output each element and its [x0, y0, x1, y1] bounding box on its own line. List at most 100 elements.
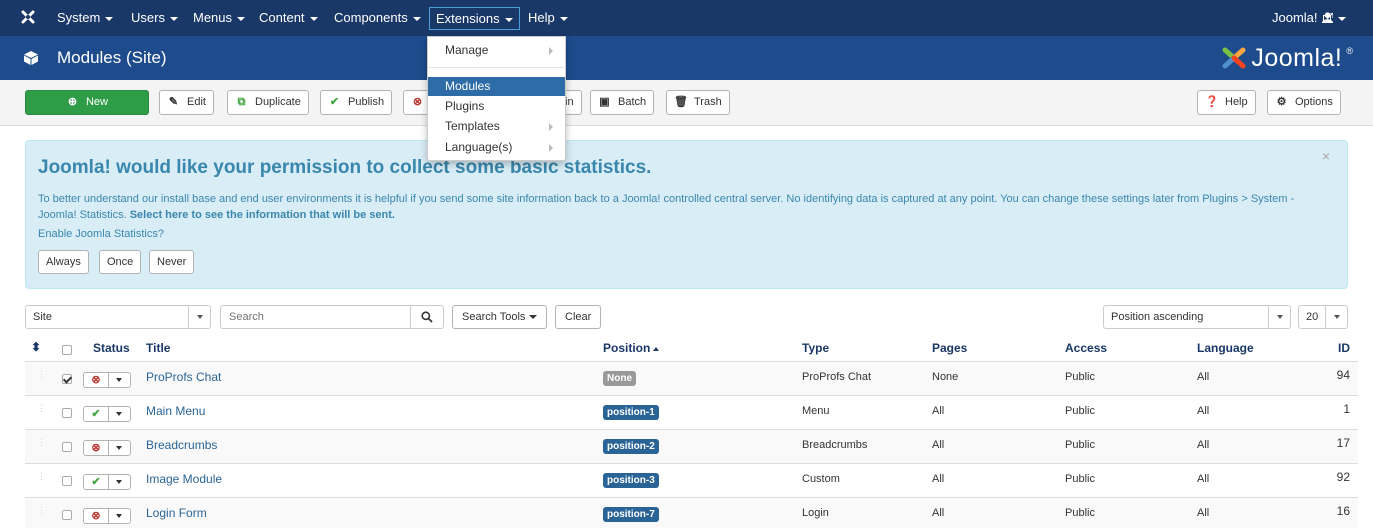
- chevron-down-icon[interactable]: [108, 407, 130, 421]
- published-check-icon[interactable]: ✔: [84, 475, 108, 489]
- chevron-down-icon[interactable]: [108, 509, 130, 523]
- options-button[interactable]: ⚙ Options: [1267, 90, 1341, 115]
- menu-item-label: Modules: [445, 79, 491, 93]
- once-button[interactable]: Once: [99, 250, 142, 274]
- table-row: ⋮ ✔ Image Module position-3 Custom All Public A…: [25, 463, 1358, 497]
- chevron-down-icon: [504, 17, 513, 22]
- new-label: New: [85, 96, 108, 108]
- module-access: Public: [1065, 439, 1095, 451]
- batch-label: Batch: [618, 96, 647, 108]
- check-icon: ✔: [329, 96, 340, 108]
- help-button[interactable]: ❓ Help: [1197, 90, 1256, 115]
- module-id: 17: [1336, 436, 1350, 450]
- row-checkbox[interactable]: [62, 374, 72, 384]
- module-id: 92: [1336, 470, 1350, 484]
- menu-divider: [429, 67, 564, 68]
- column-pages[interactable]: Pages: [932, 341, 967, 355]
- search-tools-label: Search Tools: [462, 311, 526, 323]
- joomla-brand-logo: Joomla! ®: [1221, 43, 1353, 73]
- joomla-logo-icon[interactable]: [20, 9, 36, 25]
- module-language: All: [1197, 405, 1210, 417]
- nav-content[interactable]: Content: [259, 0, 318, 36]
- menu-item-plugins[interactable]: Plugins: [428, 97, 565, 116]
- nav-users[interactable]: Users: [131, 0, 178, 36]
- unpublished-x-icon[interactable]: ⊗: [84, 373, 108, 387]
- clear-button[interactable]: Clear: [555, 305, 602, 329]
- nav-extensions-label: Extensions: [436, 11, 500, 26]
- checkin-label: in: [565, 96, 574, 108]
- nav-menus[interactable]: Menus: [193, 0, 246, 36]
- nav-users-label: Users: [131, 10, 165, 25]
- chevron-down-icon[interactable]: [108, 373, 130, 387]
- chevron-down-icon[interactable]: [108, 441, 130, 455]
- registered-icon: ®: [1346, 46, 1353, 56]
- client-select[interactable]: Site: [25, 305, 211, 329]
- batch-icon: ▣: [599, 96, 610, 108]
- drag-handle-icon[interactable]: ⋮: [37, 370, 46, 384]
- chevron-down-icon: [105, 16, 114, 21]
- batch-button[interactable]: ▣ Batch: [590, 90, 655, 115]
- new-button[interactable]: ⊕ New: [25, 90, 149, 115]
- row-checkbox[interactable]: [62, 510, 72, 520]
- column-access[interactable]: Access: [1065, 341, 1107, 355]
- nav-extensions[interactable]: Extensions: [429, 7, 520, 30]
- drag-handle-icon[interactable]: ⋮: [37, 438, 46, 452]
- sort-ordering-icon[interactable]: ⬍: [31, 340, 41, 354]
- menu-item-templates[interactable]: Templates: [428, 117, 565, 136]
- limit-select[interactable]: 20: [1298, 305, 1348, 329]
- edit-button[interactable]: ✎ Edit: [159, 90, 214, 115]
- nav-help[interactable]: Help: [528, 0, 568, 36]
- menu-item-manage[interactable]: Manage: [428, 41, 565, 60]
- column-id[interactable]: ID: [1338, 341, 1350, 355]
- search-button[interactable]: [410, 306, 443, 328]
- module-title-link[interactable]: Breadcrumbs: [146, 438, 217, 452]
- search-tools-button[interactable]: Search Tools: [452, 305, 548, 329]
- column-title[interactable]: Title: [146, 341, 170, 355]
- column-position[interactable]: Position: [603, 341, 660, 355]
- module-title-link[interactable]: Login Form: [146, 506, 207, 520]
- duplicate-button[interactable]: ⧉ Duplicate: [227, 90, 309, 115]
- module-title-link[interactable]: ProProfs Chat: [146, 370, 221, 384]
- module-title-link[interactable]: Main Menu: [146, 404, 205, 418]
- nav-components[interactable]: Components: [334, 0, 421, 36]
- statistics-alert: × Joomla! would like your permission to …: [25, 140, 1348, 289]
- chevron-down-icon[interactable]: [108, 475, 130, 489]
- unpublished-x-icon[interactable]: ⊗: [84, 509, 108, 523]
- close-icon[interactable]: ×: [1322, 148, 1330, 164]
- menu-item-languages[interactable]: Language(s): [428, 138, 565, 157]
- alert-body: To better understand our install base an…: [38, 191, 1328, 223]
- publish-button[interactable]: ✔ Publish: [320, 90, 393, 115]
- never-button[interactable]: Never: [149, 250, 195, 274]
- column-language[interactable]: Language: [1197, 341, 1254, 355]
- module-language: All: [1197, 439, 1210, 451]
- status-toggle-group: ⊗: [83, 508, 131, 524]
- nav-help-label: Help: [528, 10, 555, 25]
- search-input[interactable]: [221, 306, 411, 328]
- module-title-link[interactable]: Image Module: [146, 472, 222, 486]
- row-checkbox[interactable]: [62, 442, 72, 452]
- always-button[interactable]: Always: [38, 250, 89, 274]
- menu-item-label: Manage: [445, 43, 489, 57]
- column-status[interactable]: Status: [93, 341, 130, 355]
- show-info-link[interactable]: Select here to see the information that …: [130, 209, 395, 221]
- drag-handle-icon[interactable]: ⋮: [37, 404, 46, 418]
- unpublish-icon: ⊗: [412, 96, 423, 108]
- published-check-icon[interactable]: ✔: [84, 407, 108, 421]
- unpublished-x-icon[interactable]: ⊗: [84, 441, 108, 455]
- ordering-select[interactable]: Position ascending: [1103, 305, 1291, 329]
- drag-handle-icon[interactable]: ⋮: [37, 506, 46, 520]
- drag-handle-icon[interactable]: ⋮: [37, 472, 46, 486]
- row-checkbox[interactable]: [62, 476, 72, 486]
- trash-icon: 🗑: [674, 96, 688, 108]
- row-checkbox[interactable]: [62, 408, 72, 418]
- user-menu[interactable]: [1322, 0, 1346, 36]
- nav-system[interactable]: System: [57, 0, 114, 36]
- trash-button[interactable]: 🗑 Trash: [666, 90, 730, 115]
- search-icon: [421, 311, 433, 323]
- user-icon: [1322, 12, 1333, 23]
- unpublish-button[interactable]: ⊗: [403, 90, 429, 115]
- select-all-checkbox[interactable]: [62, 345, 72, 355]
- menu-item-modules[interactable]: Modules: [428, 77, 565, 96]
- page-title: Modules (Site): [57, 48, 167, 67]
- column-type[interactable]: Type: [802, 341, 829, 355]
